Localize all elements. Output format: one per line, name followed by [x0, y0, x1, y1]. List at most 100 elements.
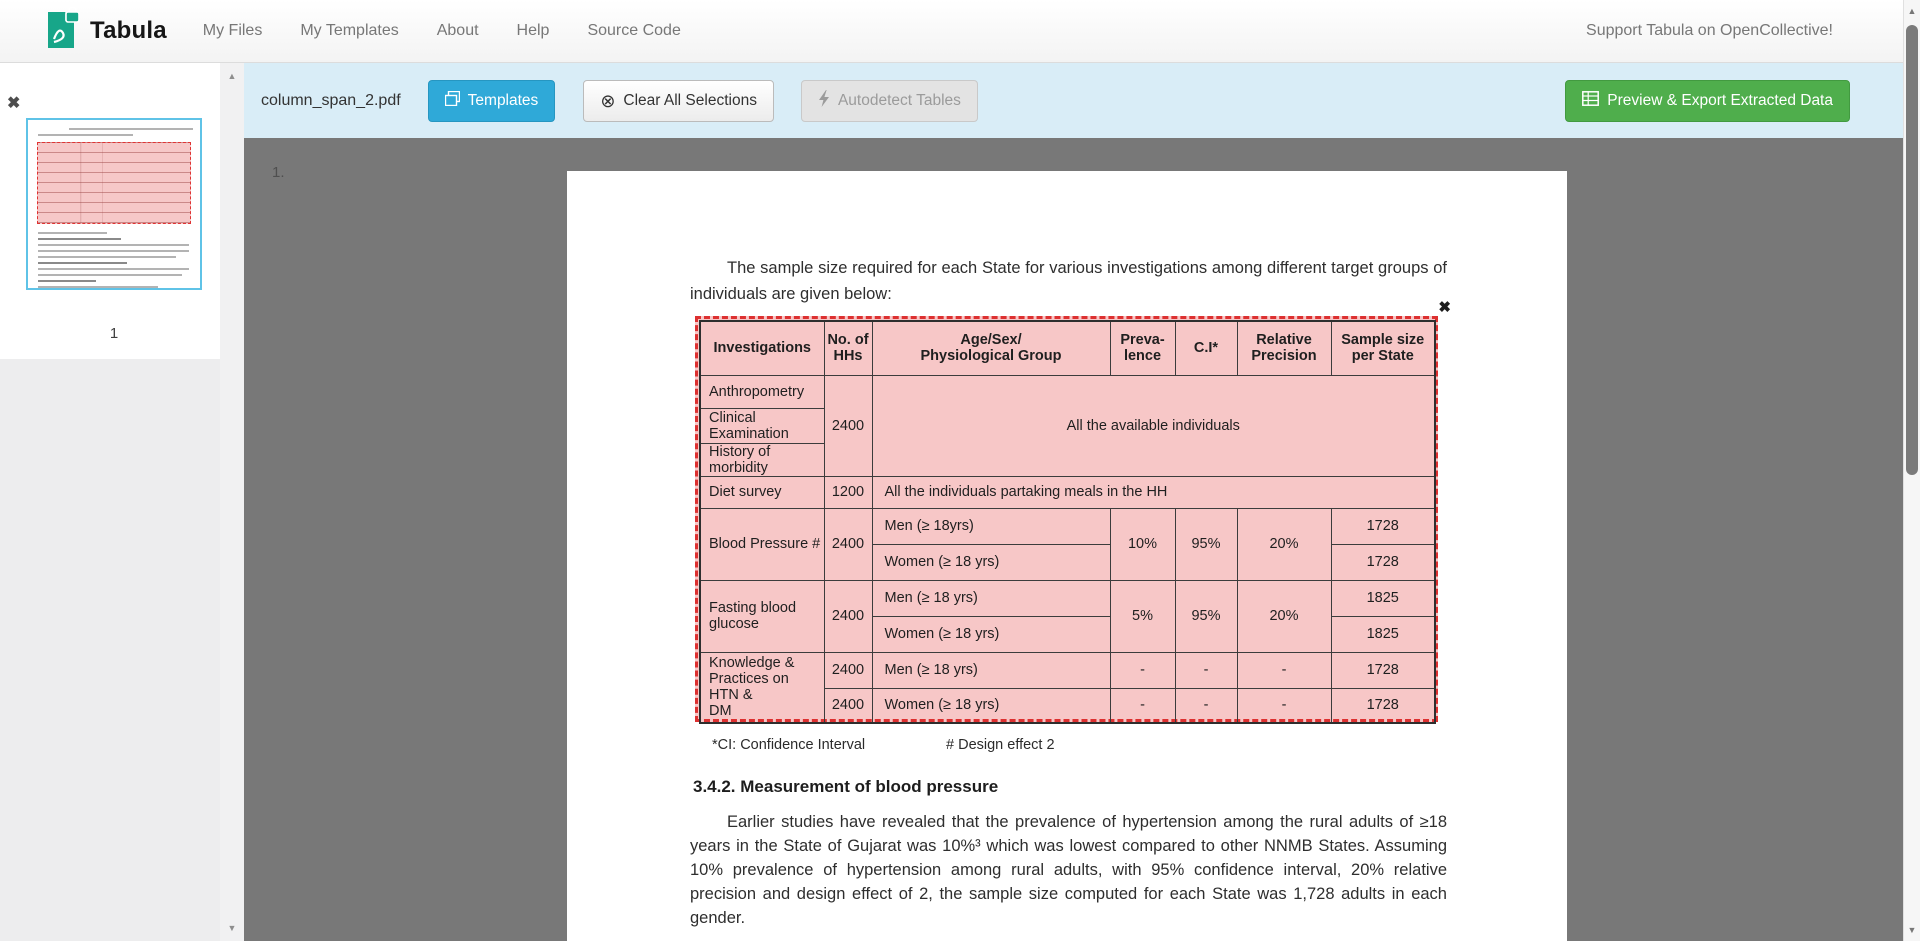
table-row: Blood Pressure # 2400 Men (≥ 18yrs) 10% … — [700, 508, 1435, 544]
scroll-down-icon[interactable]: ▼ — [1904, 923, 1920, 937]
scrollbar-thumb[interactable] — [1906, 25, 1918, 475]
table-cell: Men (≥ 18 yrs) — [872, 652, 1110, 688]
nav-link-my-files[interactable]: My Files — [203, 22, 263, 40]
thumbnail-line — [38, 286, 158, 288]
table-cell: 1200 — [824, 476, 872, 508]
templates-button[interactable]: Templates — [428, 80, 556, 122]
nav-links: My Files My Templates About Help Source … — [203, 22, 681, 40]
nav-link-my-templates[interactable]: My Templates — [300, 22, 398, 40]
document-filename: column_span_2.pdf — [261, 92, 401, 110]
templates-label: Templates — [468, 92, 539, 110]
table-selection-region[interactable]: ✖ Investigations No. of HHs Age/Sex/ Phy… — [695, 316, 1438, 722]
support-link[interactable]: Support Tabula on OpenCollective! — [1586, 22, 1833, 40]
header-cell: Sample size per State — [1331, 321, 1435, 375]
header-cell: Age/Sex/ Physiological Group — [872, 321, 1110, 375]
section-heading: 3.4.2. Measurement of blood pressure — [693, 777, 998, 797]
document-canvas[interactable]: 1. The sample size required for each Sta… — [244, 138, 1903, 941]
main-scrollbar[interactable]: ▲ ▼ — [1903, 0, 1920, 941]
brand-name[interactable]: Tabula — [90, 17, 167, 45]
table-cell: 2400 — [824, 688, 872, 723]
table-row: Knowledge & Practices on HTN & DM Fastin… — [700, 580, 1435, 616]
document-toolbar: column_span_2.pdf Templates ⊗ Clear All … — [244, 63, 1903, 138]
clear-circle-x-icon: ⊗ — [600, 92, 615, 110]
tabula-app: Tabula My Files My Templates About Help … — [0, 0, 1920, 941]
intro-paragraph: The sample size required for each State … — [690, 255, 1447, 307]
thumbnail-list: ✖ — [0, 63, 220, 359]
table-cell: Diet survey — [700, 476, 824, 508]
selection-close-icon[interactable]: ✖ — [1438, 300, 1451, 315]
scroll-down-icon[interactable]: ▼ — [220, 921, 244, 935]
sidebar-scrollbar[interactable]: ▲ ▼ — [220, 63, 244, 941]
header-cell: C.I* — [1175, 321, 1237, 375]
table-cell: History of morbidity — [700, 443, 824, 476]
brand[interactable]: Tabula — [44, 6, 167, 57]
table-row: Diet survey 1200 All the individuals par… — [700, 476, 1435, 508]
table-cell: All the available individuals — [872, 375, 1435, 476]
table-cell: 2400 — [824, 652, 872, 688]
scroll-up-icon[interactable]: ▲ — [1904, 4, 1920, 18]
body-paragraph: Earlier studies have revealed that the p… — [690, 810, 1447, 930]
autodetect-tables-button[interactable]: Autodetect Tables — [801, 80, 978, 122]
export-label: Preview & Export Extracted Data — [1607, 92, 1833, 110]
thumbnail-line — [38, 256, 176, 258]
thumbnail-selection — [37, 142, 191, 224]
nav-link-about[interactable]: About — [437, 22, 479, 40]
table-cell: 1728 — [1331, 652, 1435, 688]
table-cell: 20% — [1237, 508, 1331, 580]
nav-link-source-code[interactable]: Source Code — [587, 22, 680, 40]
table-cell: 5% — [1110, 580, 1175, 652]
extracted-table: Investigations No. of HHs Age/Sex/ Physi… — [699, 320, 1436, 724]
clear-label: Clear All Selections — [623, 92, 757, 110]
page-marker: 1. — [272, 164, 285, 181]
table-cell: - — [1110, 688, 1175, 723]
nav-link-help[interactable]: Help — [517, 22, 550, 40]
table-cell: All the individuals partaking meals in t… — [872, 476, 1435, 508]
table-cell: 20% — [1237, 580, 1331, 652]
header-cell: Preva- lence — [1110, 321, 1175, 375]
table-cell: - — [1175, 688, 1237, 723]
thumbnail-line — [38, 280, 96, 282]
templates-icon — [445, 91, 460, 111]
table-cell: Men (≥ 18yrs) — [872, 508, 1110, 544]
table-header-row: Investigations No. of HHs Age/Sex/ Physi… — [700, 321, 1435, 375]
table-cell: - — [1237, 688, 1331, 723]
table-cell: 1825 — [1331, 616, 1435, 652]
footnote-design-effect: # Design effect 2 — [946, 737, 1055, 753]
thumbnail-line — [38, 238, 121, 240]
thumbnail-line — [38, 134, 133, 136]
clear-all-selections-button[interactable]: ⊗ Clear All Selections — [583, 80, 774, 122]
thumbnail-line — [38, 268, 189, 270]
lightning-icon — [818, 90, 830, 112]
thumbnail-page-number: 1 — [26, 325, 202, 342]
header-cell: Relative Precision — [1237, 321, 1331, 375]
preview-export-button[interactable]: Preview & Export Extracted Data — [1565, 80, 1850, 122]
table-cell: 1825 — [1331, 580, 1435, 616]
table-cell: - — [1237, 652, 1331, 688]
scroll-up-icon[interactable]: ▲ — [220, 69, 244, 83]
thumbnail-line — [69, 128, 193, 130]
table-cell: Anthropometry — [700, 375, 824, 408]
table-cell: 10% — [1110, 508, 1175, 580]
page-thumbnail-1[interactable] — [26, 118, 202, 290]
thumbnail-line — [38, 232, 107, 234]
table-cell: 2400 — [824, 580, 872, 652]
table-cell: Men (≥ 18 yrs) — [872, 580, 1110, 616]
table-cell: Knowledge & Practices on HTN & DM — [700, 652, 824, 723]
table-row: Anthropometry 2400 All the available ind… — [700, 375, 1435, 408]
table-cell: 2400 — [824, 375, 872, 476]
table-cell: Clinical Examination — [700, 408, 824, 443]
table-cell: 1728 — [1331, 508, 1435, 544]
header-cell: Investigations — [700, 321, 824, 375]
table-cell: - — [1110, 652, 1175, 688]
close-page-icon[interactable]: ✖ — [7, 96, 20, 112]
thumbnail-sidebar: ✖ — [0, 63, 220, 941]
table-cell: Women (≥ 18 yrs) — [872, 544, 1110, 580]
thumbnail-body — [28, 228, 200, 290]
table-cell: Women (≥ 18 yrs) — [872, 688, 1110, 723]
tabula-logo-icon — [44, 6, 80, 57]
table-cell: 1728 — [1331, 688, 1435, 723]
table-cell: 1728 — [1331, 544, 1435, 580]
table-cell: 2400 — [824, 508, 872, 580]
autodetect-label: Autodetect Tables — [838, 92, 961, 110]
pdf-page-1[interactable]: The sample size required for each State … — [567, 171, 1567, 941]
